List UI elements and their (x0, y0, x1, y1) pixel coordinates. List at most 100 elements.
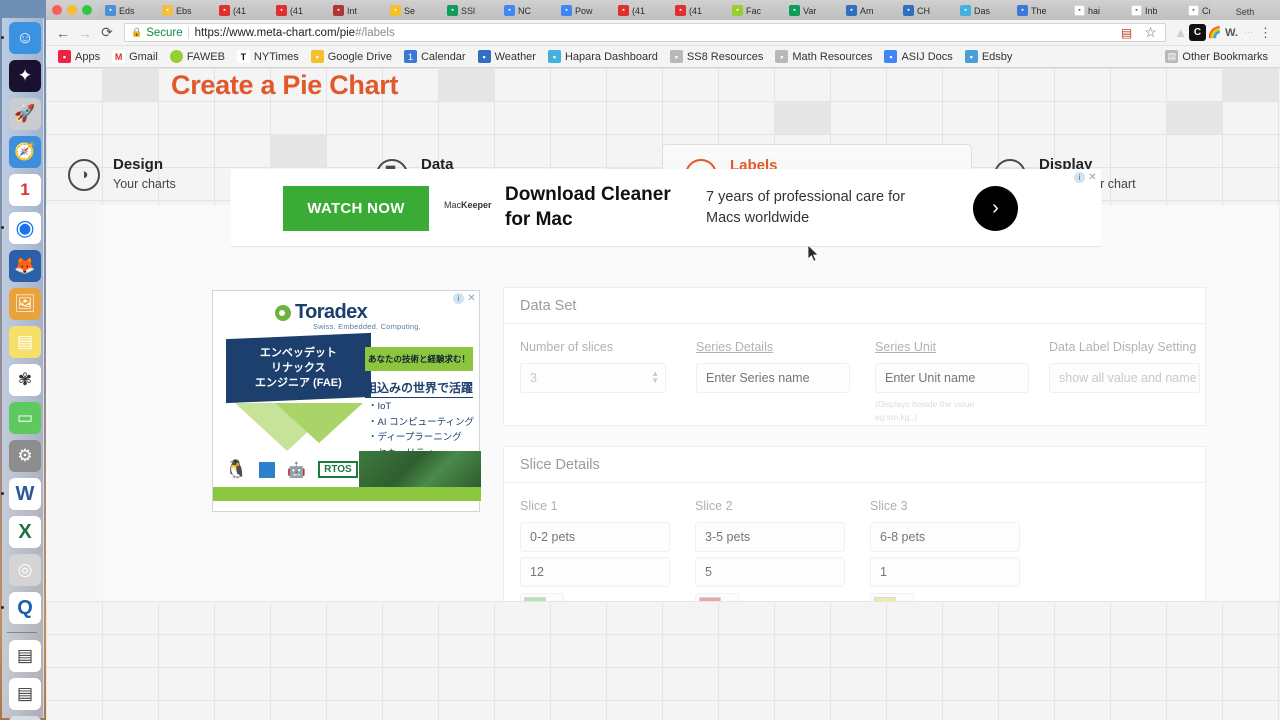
address-bar[interactable]: 🔒 Secure https://www.meta-chart.com/pie #… (124, 23, 1166, 42)
browser-tab[interactable]: ▪ CH (896, 1, 953, 20)
dock-item-firefox[interactable]: 🦊 (5, 248, 45, 284)
rainbow-extension-icon[interactable]: 🌈 (1206, 24, 1223, 41)
browser-tab[interactable]: ▪ Am (839, 1, 896, 20)
browser-tab[interactable]: ▪ Pow (554, 1, 611, 20)
chrome-menu-icon[interactable]: ⋮ (1257, 24, 1274, 41)
app-running-indicator (1, 36, 4, 39)
dock-item-microsoft-excel[interactable]: X (5, 514, 45, 550)
browser-tab[interactable]: ▪ (41 (212, 1, 269, 20)
bookmark-math-resources[interactable]: ▪ Math Resources (769, 50, 878, 63)
tab-title: CH (917, 5, 930, 16)
bookmark-faweb[interactable]: FAWEB (164, 50, 231, 63)
slice-name-input[interactable] (695, 522, 845, 552)
browser-tab[interactable]: ▪ (41 (611, 1, 668, 20)
bookmark-apps[interactable]: ▪ Apps (52, 50, 106, 63)
browser-tab[interactable]: ▪ Fac (725, 1, 782, 20)
browser-tab[interactable]: ▪ Se (383, 1, 440, 20)
siri-icon: ✦ (9, 60, 41, 92)
watch-now-button[interactable]: WATCH NOW (283, 186, 429, 231)
number-of-slices-select[interactable]: 3 ▲ ▼ (520, 363, 666, 393)
ad-os-icons: 🐧 🤖 RTOS (225, 459, 358, 480)
browser-tab[interactable]: ▪ NC (497, 1, 554, 20)
bookmark-calendar[interactable]: 1 Calendar (398, 50, 472, 63)
browser-tab[interactable]: ▪ Var (782, 1, 839, 20)
dock-item-finder[interactable]: ☺ (1, 20, 45, 56)
close-window-icon[interactable] (52, 5, 62, 15)
photos-icon: ✾ (9, 364, 41, 396)
dock-item-photos[interactable]: ✾ (5, 362, 45, 398)
back-arrow-icon[interactable]: ← (52, 22, 74, 44)
google-sheets-icon: ▪ (789, 5, 800, 16)
browser-tab[interactable]: ▪ SSl (440, 1, 497, 20)
w-extension-icon[interactable]: W. (1223, 24, 1240, 41)
slice-value-input[interactable] (520, 557, 670, 587)
ad-close-icon[interactable]: ✕ (466, 293, 477, 304)
slice-name-input[interactable] (870, 522, 1020, 552)
side-advertisement[interactable]: i ✕ Toradex Swiss. Embedded. Computing. … (212, 290, 481, 512)
browser-tab[interactable]: ▪ The (1010, 1, 1067, 20)
browser-tab[interactable]: ▪Cre (1181, 1, 1210, 20)
tab-title: Cre (1202, 5, 1210, 16)
bookmark-other-bookmarks[interactable]: ▤ Other Bookmarks (1159, 50, 1274, 63)
dock-item-microsoft-word[interactable]: W (1, 476, 45, 512)
browser-tab[interactable]: ▪ (41 (668, 1, 725, 20)
slice-value-input[interactable] (870, 557, 1020, 587)
dock-item-document-stack-2[interactable]: ▤ (5, 676, 45, 712)
adblock-icon[interactable]: C (1189, 24, 1206, 41)
profile-name[interactable]: Seth (1210, 7, 1280, 20)
dock-item-preview[interactable]: 🖼 (5, 286, 45, 322)
dock-item-siri[interactable]: ✦ (5, 58, 45, 94)
reload-arrow-icon[interactable]: ⟳ (96, 22, 118, 44)
bookmark-edsby[interactable]: ▪ Edsby (959, 50, 1019, 63)
browser-tab[interactable]: ▪ Int (326, 1, 383, 20)
dock-item-safari[interactable]: 🧭 (5, 134, 45, 170)
macos-dock[interactable]: ☺ ✦ 🚀 🧭 1 ◉ 🦊 🖼 ▤ ✾ ▭ ⚙ WX ◎ Q ▤ ▤ 🗑 (1, 18, 45, 720)
bookmark-gmail[interactable]: M Gmail (106, 50, 164, 63)
stepper-arrows-icon[interactable]: ▲▼ (651, 370, 659, 385)
ad-info-icon[interactable]: i (453, 293, 464, 304)
bookmark-asij-docs[interactable]: ▪ ASIJ Docs (878, 50, 958, 63)
browser-tab[interactable]: ▪ Ebs (155, 1, 212, 20)
bookmark-label: Edsby (981, 50, 1013, 63)
window-traffic-lights[interactable] (46, 0, 98, 20)
browser-tab[interactable]: ▪ Eds (98, 1, 155, 20)
slice-value-input[interactable] (695, 557, 845, 587)
browser-tabs[interactable]: ▪ Eds ▪ Ebs ▪ (41 ▪ (41 ▪ Int ▪ Se ▪ SSl ▪ NC ▪ Pow ▪ (41 ▪(… (98, 0, 1210, 20)
series-name-input[interactable] (696, 363, 850, 393)
bookmark-star-icon[interactable]: ☆ (1142, 24, 1159, 41)
dock-item-chrome[interactable]: ◉ (1, 210, 45, 246)
browser-tab[interactable]: ▪ Inb (1124, 1, 1181, 20)
dock-item-trash[interactable]: 🗑 (5, 714, 45, 720)
dock-item-document-stack-1[interactable]: ▤ (5, 638, 45, 674)
ad-info-icon[interactable]: i (1074, 172, 1085, 183)
google-docs-icon: ▪ (504, 5, 515, 16)
dock-item-calendar[interactable]: 1 (5, 172, 45, 208)
bookmark-nytimes[interactable]: T NYTimes (231, 50, 305, 63)
dock-item-messages[interactable]: ▭ (5, 400, 45, 436)
cast-icon[interactable]: ▤ (1118, 24, 1135, 41)
stepper-arrows-icon[interactable]: ▲▼ (1197, 370, 1199, 385)
bookmark-google-drive[interactable]: ▪ Google Drive (305, 50, 398, 63)
ad-close-icon[interactable]: ✕ (1087, 172, 1098, 183)
drive-extension-icon[interactable]: ▲ (1172, 24, 1189, 41)
dock-item-system-preferences[interactable]: ⚙ (5, 438, 45, 474)
browser-tab[interactable]: ▪ hai (1067, 1, 1124, 20)
data-label-display-select[interactable]: show all value and name ▲▼ (1049, 363, 1200, 393)
browser-tab[interactable]: ▪ (41 (269, 1, 326, 20)
forward-arrow-icon[interactable]: → (74, 22, 96, 44)
dock-item-quicktime[interactable]: Q (1, 590, 45, 626)
minimize-window-icon[interactable] (67, 5, 77, 15)
bookmark-ss8-resources[interactable]: ▪ SS8 Resources (664, 50, 769, 63)
bottom-advertisement[interactable]: i ✕ WATCH NOW MacKeeper Download Cleaner… (231, 169, 1101, 247)
series-unit-input[interactable] (875, 363, 1029, 393)
dock-item-camera-utility[interactable]: ◎ (5, 552, 45, 588)
browser-tab[interactable]: ▪ Das (953, 1, 1010, 20)
slice-name-input[interactable] (520, 522, 670, 552)
bookmark-hapara-dashboard[interactable]: ▪ Hapara Dashboard (542, 50, 664, 63)
bookmark-weather[interactable]: ▪ Weather (472, 50, 542, 63)
next-arrow-icon[interactable]: › (973, 186, 1018, 231)
maximize-window-icon[interactable] (82, 5, 92, 15)
dock-item-notes[interactable]: ▤ (5, 324, 45, 360)
dock-item-launchpad[interactable]: 🚀 (5, 96, 45, 132)
dots-extension-icon[interactable]: ⋯ (1240, 24, 1257, 41)
